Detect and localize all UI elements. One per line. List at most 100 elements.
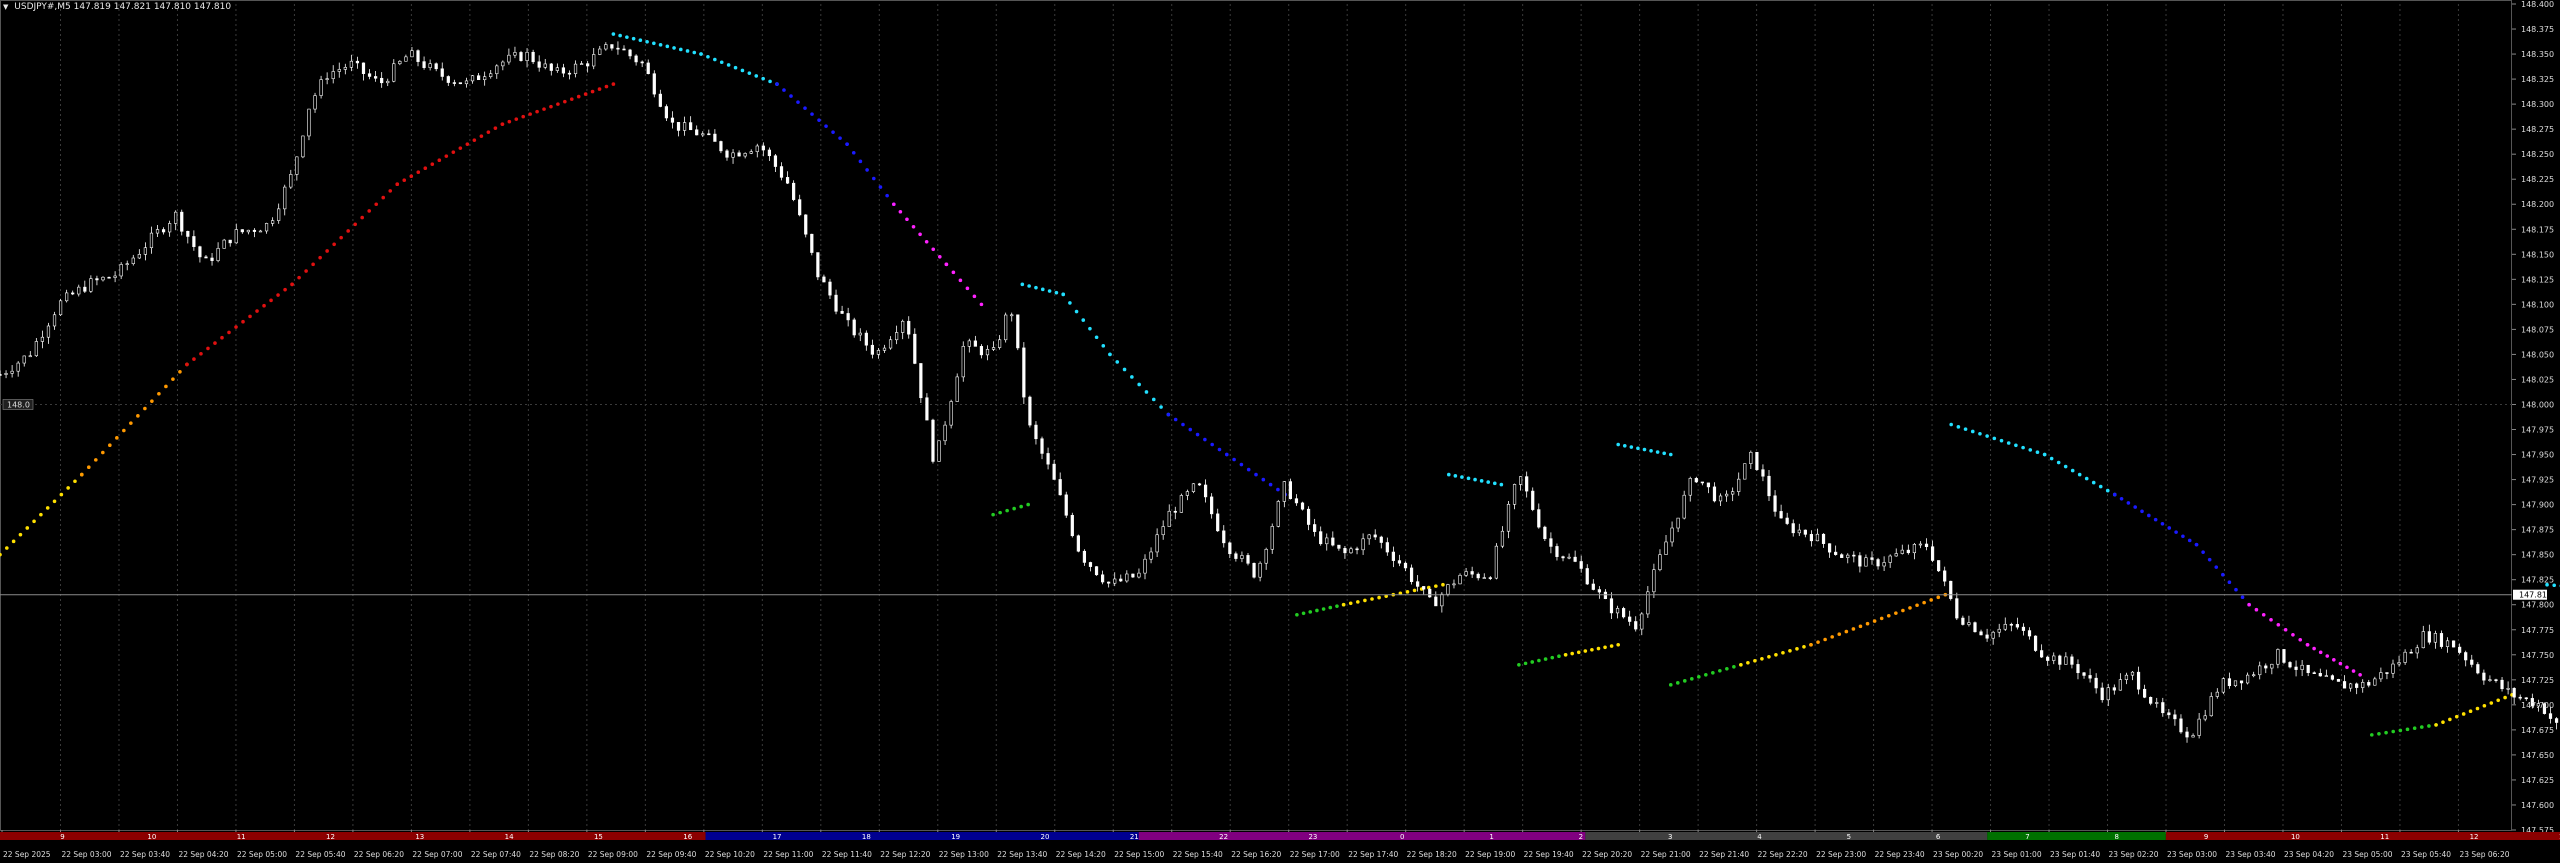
indicator-dot bbox=[241, 319, 245, 324]
indicator-dot bbox=[2006, 441, 2011, 445]
session-label: 15 bbox=[594, 833, 603, 841]
indicator-dot bbox=[652, 41, 656, 46]
candle-body bbox=[2403, 651, 2407, 663]
x-tick-label: 22 Sep 12:20 bbox=[880, 850, 930, 859]
indicator-dot bbox=[73, 479, 77, 484]
indicator-dot bbox=[2119, 496, 2124, 501]
candle-body bbox=[2203, 715, 2207, 720]
chart-window[interactable]: 148.400 148.375 148.350 148.325 148.300 148.2… bbox=[0, 0, 2560, 863]
indicator-dot bbox=[838, 136, 842, 140]
candle-body bbox=[1143, 558, 1147, 574]
indicator-dot bbox=[206, 346, 210, 351]
x-tick-label: 22 Sep 15:40 bbox=[1173, 850, 1223, 859]
candle-body bbox=[1634, 621, 1638, 630]
indicator-dot bbox=[402, 178, 407, 183]
indicator-dot bbox=[898, 209, 903, 214]
indicator-dot bbox=[1217, 447, 1222, 452]
y-tick-label: 147.950 bbox=[2521, 451, 2554, 460]
indicator-dot bbox=[535, 109, 539, 114]
indicator-dot bbox=[1616, 642, 1620, 647]
session-label: 2 bbox=[1579, 833, 1583, 841]
candle-body bbox=[1973, 622, 1977, 633]
candle-body bbox=[349, 60, 353, 68]
candle-body bbox=[646, 62, 650, 75]
indicator-dot bbox=[685, 49, 690, 53]
indicator-dot bbox=[1446, 472, 1451, 477]
candle-body bbox=[52, 314, 57, 327]
indicator-dot bbox=[1486, 480, 1491, 484]
indicator-dot bbox=[479, 134, 484, 138]
candle-body bbox=[2009, 623, 2013, 626]
x-tick-label: 23 Sep 01:00 bbox=[1992, 850, 2042, 859]
candle-body bbox=[428, 63, 432, 68]
candle-body bbox=[277, 208, 281, 221]
session-label: 22 bbox=[1219, 833, 1228, 841]
candle-body bbox=[58, 300, 63, 316]
indicator-dot bbox=[2153, 517, 2158, 522]
indicator-dot bbox=[590, 89, 595, 94]
triangle-down-icon[interactable]: ▼ bbox=[3, 3, 8, 11]
candle-body bbox=[937, 440, 941, 462]
indicator-dot bbox=[1732, 665, 1736, 669]
candle-body bbox=[858, 332, 862, 336]
indicator-dot bbox=[1697, 675, 1701, 679]
indicator-dot bbox=[521, 114, 526, 119]
indicator-dot bbox=[1851, 627, 1856, 631]
candle-body bbox=[40, 336, 45, 342]
candle-body bbox=[65, 292, 69, 302]
candle-body bbox=[1161, 526, 1165, 536]
x-tick-label: 22 Sep 21:40 bbox=[1699, 850, 1749, 859]
indicator-dot bbox=[1563, 652, 1568, 657]
candle-body bbox=[307, 108, 311, 137]
indicator-dot bbox=[1711, 671, 1715, 675]
candle-body bbox=[2197, 718, 2201, 736]
indicator-dot bbox=[528, 112, 532, 116]
indicator-dot bbox=[604, 84, 609, 89]
indicator-dot bbox=[2133, 505, 2137, 509]
candle-body bbox=[598, 48, 602, 55]
indicator-dot bbox=[1879, 616, 1884, 621]
indicator-dot bbox=[1865, 621, 1870, 626]
indicator-dot bbox=[938, 255, 942, 259]
candle-body bbox=[2221, 678, 2225, 693]
candle-body bbox=[440, 68, 444, 77]
indicator-dot bbox=[79, 472, 84, 477]
candle-body bbox=[1791, 523, 1795, 534]
candle-body bbox=[1403, 562, 1408, 569]
candle-body bbox=[1216, 513, 1220, 532]
indicator-dot bbox=[1550, 655, 1555, 660]
candle-body bbox=[361, 62, 366, 74]
indicator-dot bbox=[998, 510, 1002, 515]
candle-body bbox=[1252, 562, 1256, 578]
candle-body bbox=[2088, 675, 2092, 679]
candle-body bbox=[773, 155, 778, 167]
candle-body bbox=[707, 133, 711, 136]
indicator-dot bbox=[611, 82, 616, 86]
candle-body bbox=[998, 339, 1002, 348]
current-price-label: 147.810 bbox=[2519, 591, 2552, 600]
candle-body bbox=[168, 223, 172, 233]
indicator-dot bbox=[1460, 475, 1464, 479]
candle-body bbox=[1464, 571, 1468, 576]
indicator-dot bbox=[1576, 650, 1581, 655]
indicator-dot bbox=[395, 182, 400, 187]
indicator-dot bbox=[2194, 542, 2199, 547]
candle-body bbox=[967, 340, 971, 347]
candle-body bbox=[71, 292, 75, 295]
indicator-dot bbox=[2461, 712, 2466, 716]
price-chart[interactable]: 148.400 148.375 148.350 148.325 148.300 148.2… bbox=[0, 0, 2560, 863]
candle-body bbox=[507, 54, 511, 63]
price-axis[interactable]: 148.400 148.375 148.350 148.325 148.300 148.2… bbox=[2512, 0, 2554, 835]
candle-body bbox=[1900, 549, 1904, 554]
indicator-dot bbox=[1557, 654, 1561, 659]
candle-body bbox=[1615, 608, 1620, 614]
indicator-dot bbox=[831, 130, 835, 134]
candle-body bbox=[1416, 581, 1420, 587]
session-label: 18 bbox=[862, 833, 871, 841]
x-tick-label: 22 Sep 21:00 bbox=[1641, 850, 1691, 859]
indicator-dot bbox=[94, 458, 98, 462]
candle-body bbox=[1137, 572, 1141, 578]
indicator-dot bbox=[2214, 565, 2219, 569]
candle-body bbox=[2209, 696, 2213, 717]
candle-body bbox=[816, 252, 820, 278]
